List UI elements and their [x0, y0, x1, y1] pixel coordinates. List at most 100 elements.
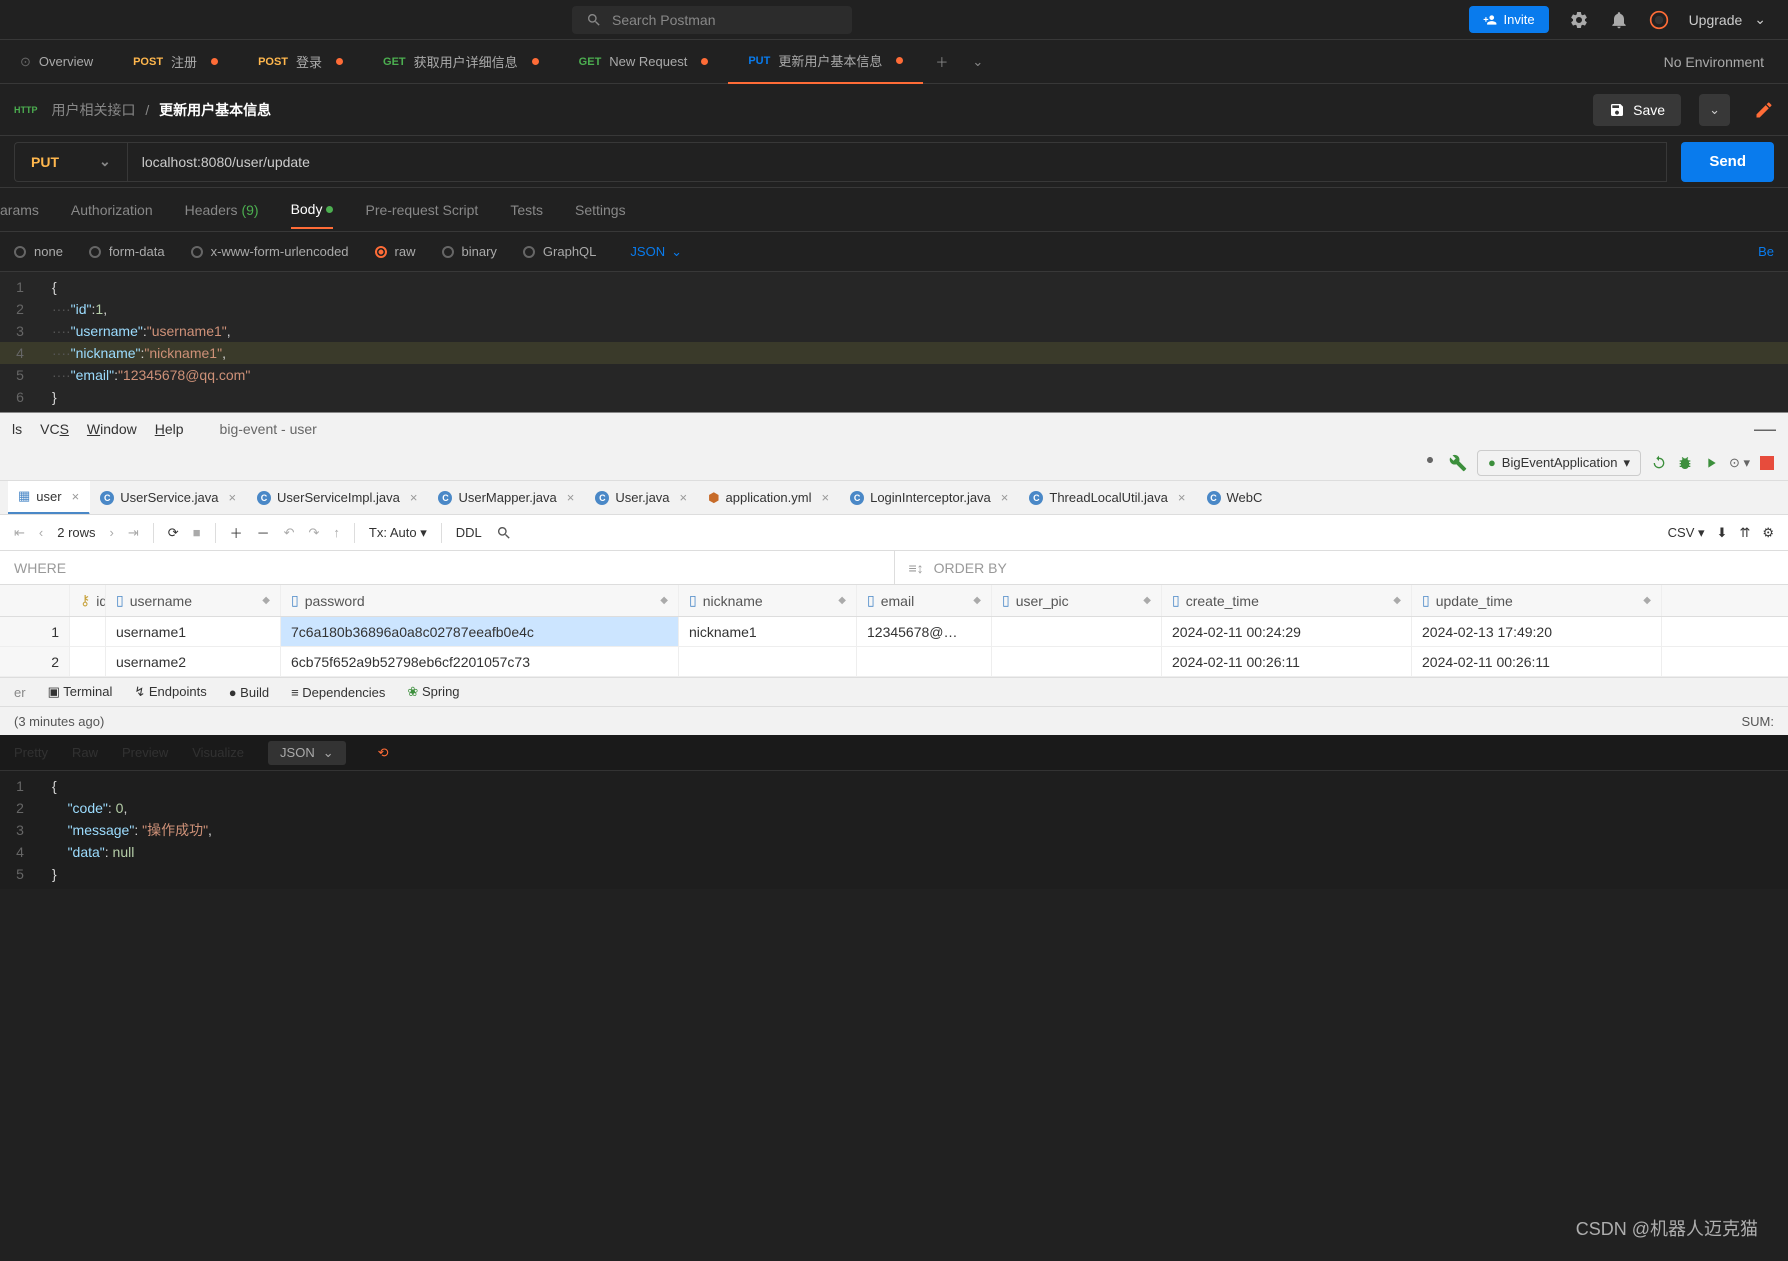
col-email[interactable]: ▯email◆ [857, 585, 992, 616]
save-options-button[interactable]: ⌄ [1699, 94, 1730, 126]
tab-register[interactable]: POST 注册 [113, 40, 238, 84]
body-format-selector[interactable]: JSON⌄ [630, 244, 682, 260]
redo-icon[interactable]: ↷ [309, 525, 320, 541]
tab-userinfo[interactable]: GET 获取用户详细信息 [363, 40, 559, 84]
ide-tab-usermapper[interactable]: CUserMapper.java× [428, 481, 585, 515]
export-format[interactable]: CSV ▾ [1668, 525, 1705, 541]
col-username[interactable]: ▯username◆ [106, 585, 281, 616]
run-config-selector[interactable]: ●BigEventApplication▾ [1477, 450, 1641, 476]
tab-spring[interactable]: ❀ Spring [407, 684, 459, 700]
ddl-button[interactable]: DDL [456, 525, 482, 540]
col-updatetime[interactable]: ▯update_time◆ [1412, 585, 1662, 616]
col-userpic[interactable]: ▯user_pic◆ [992, 585, 1162, 616]
upgrade-button[interactable]: Upgrade ⌄ [1689, 11, 1766, 28]
search-box[interactable]: Search Postman [572, 6, 852, 34]
close-icon[interactable]: × [822, 490, 830, 505]
tab-raw[interactable]: Raw [72, 745, 98, 760]
minimize-icon[interactable]: — [1754, 416, 1776, 442]
run-icon[interactable] [1703, 455, 1719, 471]
more-icon[interactable]: ⊙ ▾ [1729, 455, 1750, 471]
orderby-filter[interactable]: ≡↕ORDER BY [895, 551, 1788, 584]
table-row[interactable]: 1 username1 7c6a180b36896a0a8c02787eeafb… [0, 617, 1788, 647]
build-icon[interactable] [1449, 454, 1467, 472]
tab-preview[interactable]: Preview [122, 745, 168, 760]
radio-form-data[interactable]: form-data [89, 244, 165, 259]
close-icon[interactable]: × [680, 490, 688, 505]
next-page-icon[interactable]: › [110, 525, 114, 540]
ide-tab-user[interactable]: ▦user× [8, 481, 90, 515]
beautify-link[interactable]: Be [1758, 244, 1774, 259]
where-filter[interactable]: WHERE [0, 551, 895, 584]
close-icon[interactable]: × [228, 490, 236, 505]
radio-binary[interactable]: binary [442, 244, 497, 259]
remove-row-icon[interactable]: － [257, 523, 270, 542]
close-icon[interactable]: × [410, 490, 418, 505]
radio-raw[interactable]: raw [375, 244, 416, 259]
radio-graphql[interactable]: GraphQL [523, 244, 596, 259]
debug-icon[interactable] [1677, 455, 1693, 471]
user-icon[interactable] [1421, 454, 1439, 472]
col-password[interactable]: ▯password◆ [281, 585, 679, 616]
settings-icon[interactable]: ⚙ [1762, 525, 1774, 541]
url-input[interactable] [127, 142, 1668, 182]
tab-settings[interactable]: Settings [575, 192, 626, 228]
ide-tab-webc[interactable]: CWebC [1197, 481, 1274, 515]
ide-tab-threadlocalutil[interactable]: CThreadLocalUtil.java× [1019, 481, 1196, 515]
response-body[interactable]: 1{ 2 "code": 0, 3 "message": "操作成功", 4 "… [0, 771, 1788, 889]
ide-tab-application-yml[interactable]: ⬢application.yml× [698, 481, 840, 515]
tab-prerequest[interactable]: Pre-request Script [365, 192, 478, 228]
tab-body[interactable]: Body [291, 191, 334, 229]
table-row[interactable]: 2 username2 6cb75f652a9b52798eb6cf220105… [0, 647, 1788, 677]
close-icon[interactable]: × [72, 489, 80, 504]
close-icon[interactable]: × [1178, 490, 1186, 505]
ide-tab-logininterceptor[interactable]: CLoginInterceptor.java× [840, 481, 1019, 515]
close-icon[interactable]: × [1001, 490, 1009, 505]
ide-tab-user-java[interactable]: CUser.java× [585, 481, 698, 515]
send-button[interactable]: Send [1681, 142, 1774, 182]
tab-update-user[interactable]: PUT 更新用户基本信息 [728, 40, 923, 84]
edit-icon[interactable] [1754, 100, 1774, 120]
tab-dependencies[interactable]: ≡ Dependencies [291, 685, 385, 700]
add-row-icon[interactable]: ＋ [230, 523, 243, 542]
environment-selector[interactable]: No Environment [1640, 54, 1788, 70]
search-icon[interactable] [496, 525, 512, 541]
first-page-icon[interactable]: ⇤ [14, 525, 25, 541]
col-createtime[interactable]: ▯create_time◆ [1162, 585, 1412, 616]
save-button[interactable]: Save [1593, 94, 1681, 126]
tab-tests[interactable]: Tests [510, 192, 543, 228]
add-tab-button[interactable]: ＋ [923, 52, 960, 71]
prev-page-icon[interactable]: ‹ [39, 525, 43, 540]
response-format[interactable]: JSON⌄ [268, 741, 346, 765]
tab-build[interactable]: ● Build [229, 685, 269, 700]
request-body-editor[interactable]: 1{ 2····"id":1, 3····"username":"usernam… [0, 272, 1788, 412]
menu-help[interactable]: Help [155, 421, 184, 437]
upload-icon[interactable]: ⇈ [1739, 525, 1750, 541]
tab-menu-button[interactable]: ⌄ [960, 54, 995, 70]
tab-headers[interactable]: Headers (9) [185, 192, 259, 228]
settings-icon[interactable] [1569, 10, 1589, 30]
tab-newrequest[interactable]: GET New Request [559, 40, 729, 84]
ide-tab-userserviceimpl[interactable]: CUserServiceImpl.java× [247, 481, 428, 515]
tab-visualize[interactable]: Visualize [192, 745, 244, 760]
stop-icon[interactable]: ■ [193, 525, 201, 540]
close-icon[interactable]: × [567, 490, 575, 505]
menu-vcs[interactable]: VCS [40, 421, 69, 437]
tab-login[interactable]: POST 登录 [238, 40, 363, 84]
stop-icon[interactable] [1760, 456, 1774, 470]
last-page-icon[interactable]: ⇥ [128, 525, 139, 541]
col-id[interactable]: ⚷id◆ [70, 585, 106, 616]
menu-ls[interactable]: ls [12, 421, 22, 437]
tab-pretty[interactable]: Pretty [14, 745, 48, 760]
wrap-icon[interactable]: ⟲ [378, 745, 389, 761]
tab-endpoints[interactable]: ↯ Endpoints [134, 684, 206, 700]
method-selector[interactable]: PUT ⌄ [14, 142, 127, 182]
tab-er[interactable]: er [14, 685, 26, 700]
undo-icon[interactable]: ↶ [284, 525, 295, 541]
tab-overview[interactable]: ⊙ Overview [0, 40, 113, 84]
col-nickname[interactable]: ▯nickname◆ [679, 585, 857, 616]
menu-window[interactable]: Window [87, 421, 137, 437]
notifications-icon[interactable] [1609, 10, 1629, 30]
tab-authorization[interactable]: Authorization [71, 192, 153, 228]
tab-terminal[interactable]: ▣ Terminal [48, 684, 113, 700]
radio-urlencoded[interactable]: x-www-form-urlencoded [191, 244, 349, 259]
